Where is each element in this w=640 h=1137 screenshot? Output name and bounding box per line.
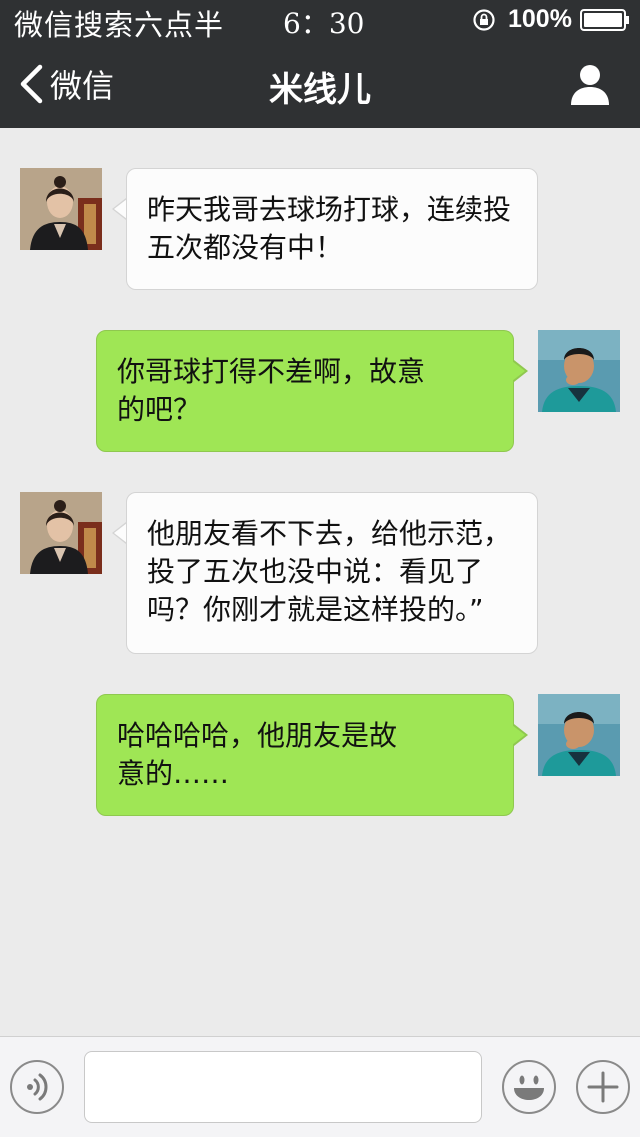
person-profile-icon[interactable] — [566, 62, 614, 106]
bubble-tail — [512, 725, 525, 745]
status-time: 6：30 — [283, 7, 365, 40]
bubble-tail — [512, 361, 525, 381]
incoming-message-bubble[interactable]: 昨天我哥去球场打球，连续投五次都没有中！ — [126, 168, 538, 290]
chat-area[interactable]: 昨天我哥去球场打球，连续投五次都没有中！ 你哥球打得不差啊，故意的吧？ 他朋友看… — [0, 128, 640, 1036]
voice-button[interactable] — [10, 1060, 64, 1114]
battery-icon — [580, 9, 629, 31]
outgoing-message-bubble[interactable]: 你哥球打得不差啊，故意的吧？ — [96, 330, 514, 452]
chat-title: 米线儿 — [269, 70, 371, 110]
battery-percent: 100% — [508, 5, 572, 33]
carrier-name: 微信搜索六点半 — [14, 8, 225, 42]
contact-avatar-image — [20, 492, 102, 574]
status-bar: 微信搜索六点半 6：30 100% — [0, 0, 640, 42]
message-row: 你哥球打得不差啊，故意的吧？ — [0, 330, 640, 452]
plus-icon — [587, 1071, 619, 1103]
message-text: 哈哈哈哈，他朋友是故意的…… — [117, 719, 398, 790]
message-row: 哈哈哈哈，他朋友是故意的…… — [0, 694, 640, 816]
contact-avatar[interactable] — [20, 168, 102, 250]
incoming-message-bubble[interactable]: 他朋友看不下去，给他示范，投了五次也没中说：看见了吗？你刚才就是这样投的。” — [126, 492, 538, 654]
outgoing-message-bubble[interactable]: 哈哈哈哈，他朋友是故意的…… — [96, 694, 514, 816]
my-avatar[interactable] — [538, 330, 620, 412]
message-row: 昨天我哥去球场打球，连续投五次都没有中！ — [0, 168, 640, 290]
message-row: 他朋友看不下去，给他示范，投了五次也没中说：看见了吗？你刚才就是这样投的。” — [0, 492, 640, 654]
input-bar — [0, 1036, 640, 1137]
contact-avatar[interactable] — [20, 492, 102, 574]
voice-icon — [27, 1073, 48, 1101]
emoji-button[interactable] — [502, 1060, 556, 1114]
message-input[interactable] — [84, 1051, 482, 1123]
rotation-lock-icon — [473, 9, 495, 31]
message-text: 昨天我哥去球场打球，连续投五次都没有中！ — [147, 193, 512, 264]
contact-avatar-image — [20, 168, 102, 250]
my-avatar-image — [538, 694, 620, 776]
message-text: 他朋友看不下去，给他示范，投了五次也没中说：看见了吗？你刚才就是这样投的。” — [147, 517, 512, 626]
nav-bar: 微信 米线儿 — [0, 40, 640, 128]
my-avatar-image — [538, 330, 620, 412]
emoji-icon — [514, 1075, 544, 1100]
message-text: 你哥球打得不差啊，故意的吧？ — [117, 355, 426, 426]
my-avatar[interactable] — [538, 694, 620, 776]
more-button[interactable] — [576, 1060, 630, 1114]
